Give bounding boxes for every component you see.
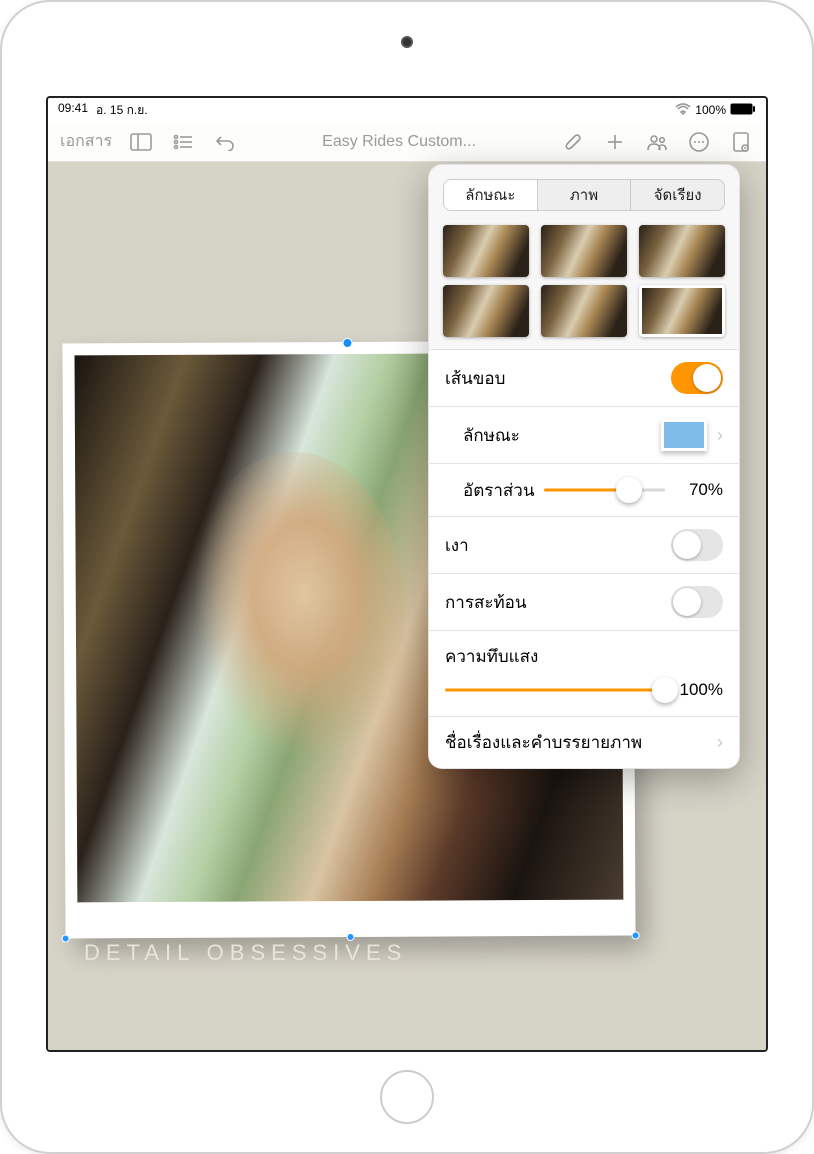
tab-arrange[interactable]: จัดเรียง: [631, 180, 724, 210]
status-date: อ. 15 ก.ย.: [96, 101, 148, 120]
battery-icon: [730, 103, 756, 118]
reflection-toggle[interactable]: [671, 586, 723, 618]
more-button[interactable]: [680, 125, 718, 159]
scale-row: อัตราส่วน 70%: [429, 463, 739, 516]
document-title[interactable]: Easy Rides Custom...: [248, 133, 550, 151]
status-battery-percent: 100%: [695, 103, 726, 117]
back-button[interactable]: เอกสาร: [54, 129, 118, 154]
title-caption-row[interactable]: ชื่อเรื่องและคำบรรยายภาพ ›: [429, 716, 739, 768]
border-style-swatch: [661, 419, 707, 451]
scale-label: อัตราส่วน: [463, 477, 534, 504]
border-style-row[interactable]: ลักษณะ ›: [429, 406, 739, 463]
opacity-slider[interactable]: [445, 676, 665, 704]
scale-value: 70%: [675, 480, 723, 500]
shadow-row: เงา: [429, 516, 739, 573]
scale-slider[interactable]: [544, 476, 665, 504]
format-brush-button[interactable]: [554, 125, 592, 159]
border-style-label: ลักษณะ: [463, 422, 520, 449]
selection-handle-bottom-left[interactable]: [62, 934, 70, 942]
reflection-row: การสะท้อน: [429, 573, 739, 630]
insert-button[interactable]: [596, 125, 634, 159]
screen: 09:41 อ. 15 ก.ย. 100% เอกสาร: [46, 96, 768, 1052]
selection-handle-top[interactable]: [342, 338, 352, 348]
selection-handle-bottom-right[interactable]: [632, 931, 640, 939]
style-preset-3[interactable]: [639, 225, 725, 277]
undo-button[interactable]: [206, 125, 244, 159]
border-row: เส้นขอบ: [429, 349, 739, 406]
popover-arrow: [573, 164, 598, 178]
tab-style[interactable]: ลักษณะ: [444, 180, 538, 210]
device-camera: [401, 36, 413, 48]
shadow-toggle[interactable]: [671, 529, 723, 561]
title-caption-label: ชื่อเรื่องและคำบรรยายภาพ: [445, 729, 642, 756]
reflection-label: การสะท้อน: [445, 589, 527, 616]
style-preset-6[interactable]: [639, 285, 725, 337]
chevron-right-icon: ›: [717, 732, 723, 753]
style-preset-5[interactable]: [541, 285, 627, 337]
opacity-value: 100%: [675, 680, 723, 700]
home-button[interactable]: [380, 1070, 434, 1124]
border-toggle[interactable]: [671, 362, 723, 394]
opacity-row: 100%: [429, 676, 739, 716]
page-caption-text[interactable]: DETAIL OBSESSIVES: [84, 940, 407, 966]
wifi-icon: [675, 103, 691, 118]
collaborate-button[interactable]: [638, 125, 676, 159]
status-time: 09:41: [58, 101, 88, 120]
style-preset-grid: [429, 221, 739, 349]
format-popover: ลักษณะ ภาพ จัดเรียง เส้นขอบ ลักษณะ: [428, 164, 740, 769]
format-tab-segmented-control[interactable]: ลักษณะ ภาพ จัดเรียง: [443, 179, 725, 211]
document-mode-button[interactable]: [722, 125, 760, 159]
ipad-device-frame: 09:41 อ. 15 ก.ย. 100% เอกสาร: [0, 0, 814, 1154]
shadow-label: เงา: [445, 532, 469, 559]
status-bar: 09:41 อ. 15 ก.ย. 100%: [48, 98, 766, 122]
style-preset-2[interactable]: [541, 225, 627, 277]
border-label: เส้นขอบ: [445, 365, 505, 392]
sidebar-toggle-button[interactable]: [122, 125, 160, 159]
style-preset-1[interactable]: [443, 225, 529, 277]
style-preset-4[interactable]: [443, 285, 529, 337]
tab-image[interactable]: ภาพ: [538, 180, 632, 210]
app-toolbar: เอกสาร Easy Rides Custom...: [48, 122, 766, 162]
opacity-label: ความทึบแสง: [429, 630, 739, 676]
chevron-right-icon: ›: [717, 425, 723, 446]
outline-button[interactable]: [164, 125, 202, 159]
